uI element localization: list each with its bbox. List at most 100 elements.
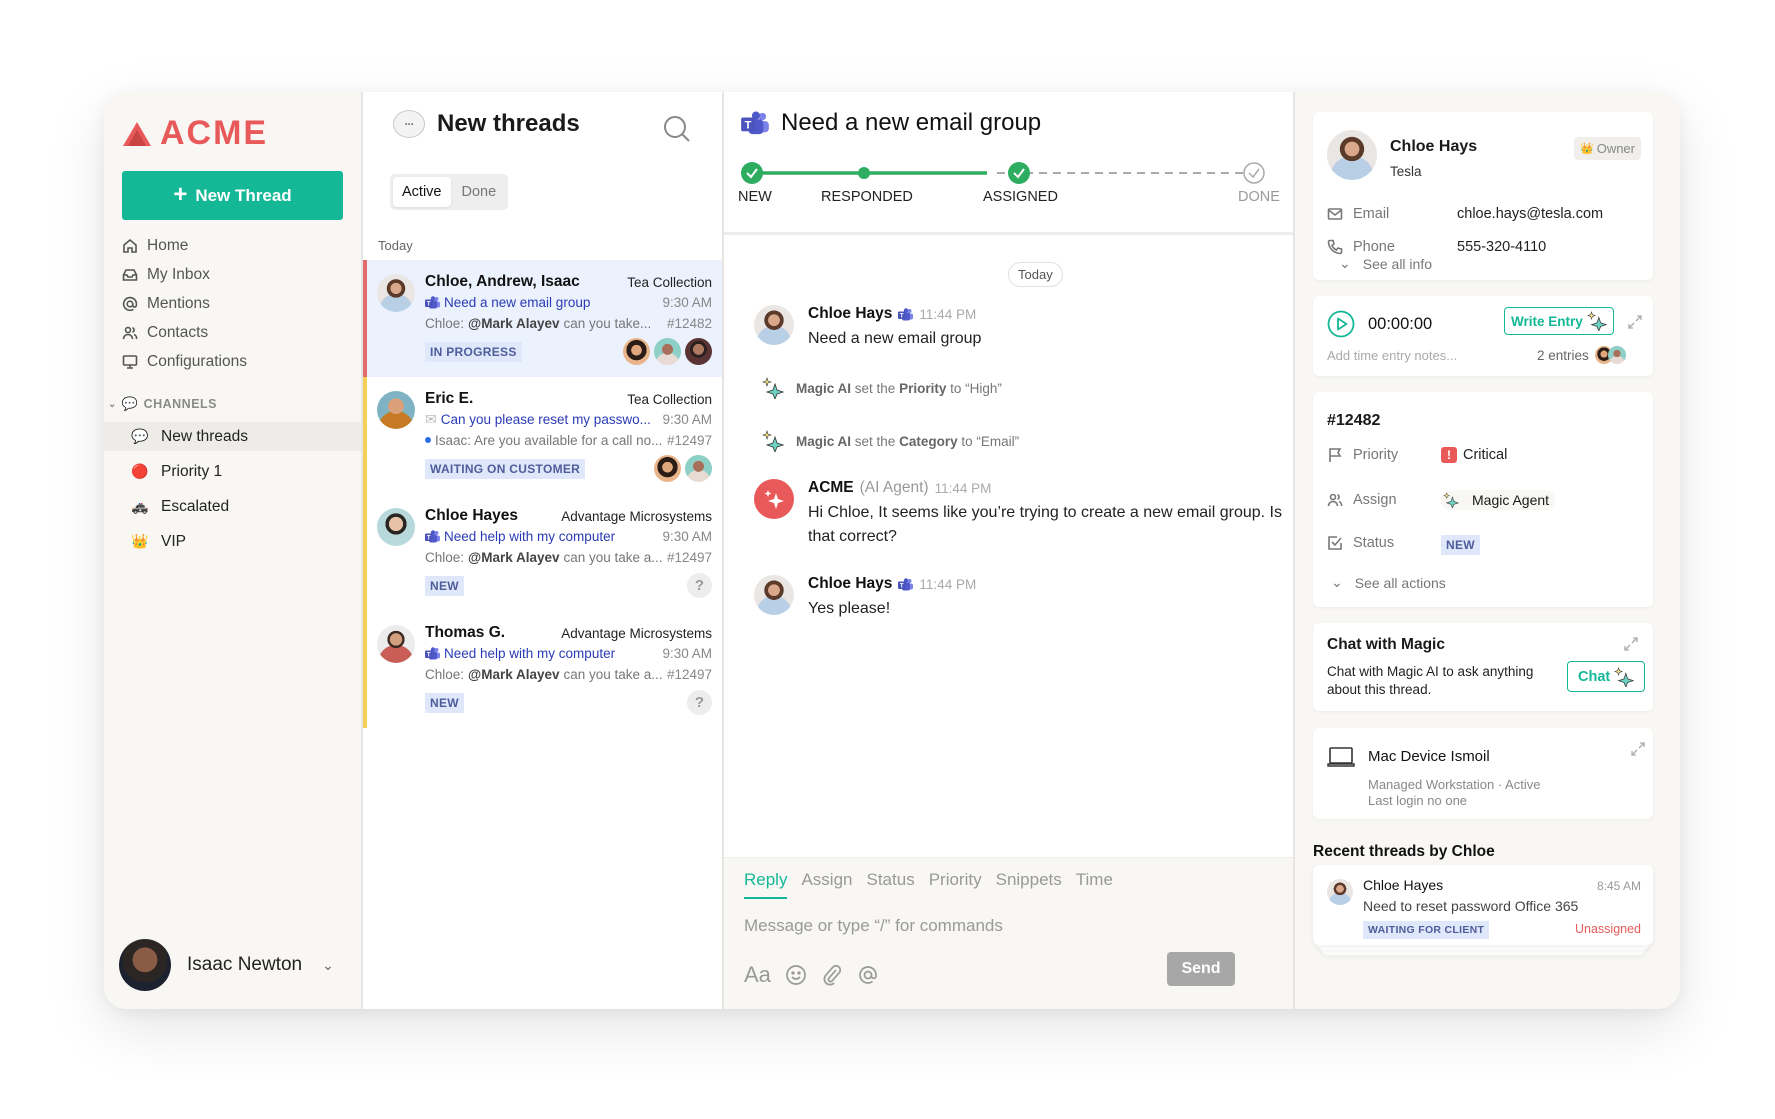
recent-thread-item[interactable]: Chloe Hayes 8:45 AM Need to reset passwo… [1313,865,1653,945]
details-panel: Chloe Hays Tesla 👑 Owner Email chloe.hay… [1297,92,1680,1009]
thread-contact-name: Chloe, Andrew, Isaac [425,273,580,291]
thread-contact-name: Chloe Hayes [425,507,519,525]
expand-icon[interactable] [1623,636,1639,652]
see-all-actions-toggle[interactable]: ⌄ See all actions [1331,574,1446,591]
text-format-button[interactable]: Aa [744,962,771,988]
thread-time: 9:30 AM [662,646,712,662]
phone-value[interactable]: 555-320-4110 [1457,239,1546,255]
priority-value[interactable]: ! Critical [1441,447,1507,463]
people-icon [1327,493,1343,507]
phone-label: Phone [1353,239,1395,255]
checkbox-icon [1328,536,1342,550]
thread-org: Tea Collection [627,391,712,407]
channels-section-toggle[interactable]: ⌄ 💬 CHANNELS [108,396,217,412]
preview-text: Isaac: Are you available for a call no..… [435,432,663,448]
see-all-info-toggle[interactable]: ⌄ See all info [1339,255,1432,272]
composer-tab-priority[interactable]: Priority [929,870,982,899]
recent-subject: Need to reset password Office 365 [1363,898,1579,914]
police-car-icon: 🚓 [131,498,149,514]
speech-bubble-icon: 💬 [131,428,149,444]
chevron-down-icon: ⌄ [1339,255,1351,271]
tab-done[interactable]: Done [453,177,506,207]
email-value[interactable]: chloe.hays@tesla.com [1457,206,1603,222]
mention-icon[interactable] [857,964,879,986]
brand-name: ACME [160,114,269,152]
thread-contact-name: Eric E. [425,390,474,408]
preview-sender: Chloe: [425,549,465,565]
logo-triangle-icon [123,121,151,146]
send-button[interactable]: Send [1167,952,1235,986]
thread-id: #12497 [666,432,712,448]
tab-active[interactable]: Active [393,177,451,207]
assign-row: Assign Magic Agent [1327,490,1556,510]
message-body: Need a new email group [808,330,982,347]
composer-tab-time[interactable]: Time [1076,870,1113,899]
entries-count: 2 entries [1537,347,1589,363]
unassigned-icon[interactable]: ? [687,690,712,715]
channel-priority-1[interactable]: 🔴 Priority 1 [104,457,361,486]
thread-org: Advantage Microsystems [561,625,712,641]
new-thread-button[interactable]: + New Thread [122,171,343,220]
device-card[interactable]: Mac Device Ismoil Managed Workstation · … [1313,728,1653,819]
search-icon[interactable] [662,114,692,144]
event-text: set the [854,433,896,449]
thread-subject: Need a new email group [444,295,591,311]
nav-item-my-inbox[interactable]: My Inbox [122,260,247,289]
channel-new-threads[interactable]: 💬 New threads [104,422,361,451]
write-entry-button[interactable]: Write Entry [1504,307,1614,335]
svg-text:T: T [427,536,431,542]
message: Chloe Hays T 11:44 PM Yes please! [754,575,976,621]
contact-org: Tesla [1390,164,1422,179]
priority-label: Priority [1353,447,1399,463]
message: ACME (AI Agent) 11:44 PM Hi Chloe, It se… [754,479,1288,549]
assignee-chip[interactable]: Magic Agent [1441,490,1556,510]
step-new-marker [741,162,763,184]
time-notes-input[interactable]: Add time entry notes... [1327,348,1457,363]
channel-escalated[interactable]: 🚓 Escalated [104,492,361,521]
channel-vip[interactable]: 👑 VIP [104,527,361,556]
unassigned-icon[interactable]: ? [687,573,712,598]
composer: Reply Assign Status Priority Snippets Ti… [724,857,1293,1009]
nav-label: My Inbox [147,265,210,283]
status-badge[interactable]: NEW [1441,535,1480,555]
email-label: Email [1353,206,1390,222]
user-name: Isaac Newton [187,954,303,975]
status-badge: WAITING ON CUSTOMER [425,458,586,479]
time-entries[interactable]: 2 entries [1537,346,1626,364]
expand-icon[interactable] [1627,314,1643,330]
step-responded-marker [858,167,870,179]
message-author: Chloe Hays [808,305,893,322]
thread-item[interactable]: Chloe Hayes Advantage Microsystems T Need… [363,494,722,611]
nav-item-contacts[interactable]: Contacts [122,318,247,347]
play-icon[interactable] [1327,310,1355,338]
message-time: 11:44 PM [934,480,992,496]
thread-id: #12497 [666,666,712,682]
acme-logo[interactable]: ACME [122,114,268,153]
composer-tab-status[interactable]: Status [867,870,915,899]
nav-item-configurations[interactable]: Configurations [122,347,247,376]
emoji-icon[interactable] [785,964,807,986]
paperclip-icon[interactable] [821,964,843,986]
author-avatar [754,305,794,345]
magic-chat-button[interactable]: Chat [1567,661,1646,692]
status-badge: NEW [425,692,464,713]
thread-item[interactable]: Chloe, Andrew, Isaac Tea Collection T Nee… [363,260,722,377]
thread-item[interactable]: Eric E. Tea Collection ✉ Can you please r… [363,377,722,494]
message-author: ACME [808,479,854,496]
composer-tab-reply[interactable]: Reply [744,870,788,899]
assign-label: Assign [1353,492,1397,508]
time-tracker-card: 00:00:00 Write Entry Add time entry note… [1313,296,1653,376]
teams-icon: T [741,111,769,135]
user-menu[interactable]: Isaac Newton ⌄ [119,939,334,991]
nav-item-home[interactable]: Home [122,231,247,260]
participant-avatars [654,455,712,482]
expand-icon[interactable] [1630,741,1646,757]
event-field: Category [899,433,958,449]
thread-item[interactable]: Thomas G. Advantage Microsystems T Need h… [363,611,722,728]
nav-item-mentions[interactable]: Mentions [122,289,247,318]
composer-tab-assign[interactable]: Assign [801,870,852,899]
message-input[interactable] [744,916,1264,936]
sparkle-icon [764,490,784,509]
composer-tab-snippets[interactable]: Snippets [996,870,1062,899]
device-name: Mac Device Ismoil [1368,748,1490,765]
